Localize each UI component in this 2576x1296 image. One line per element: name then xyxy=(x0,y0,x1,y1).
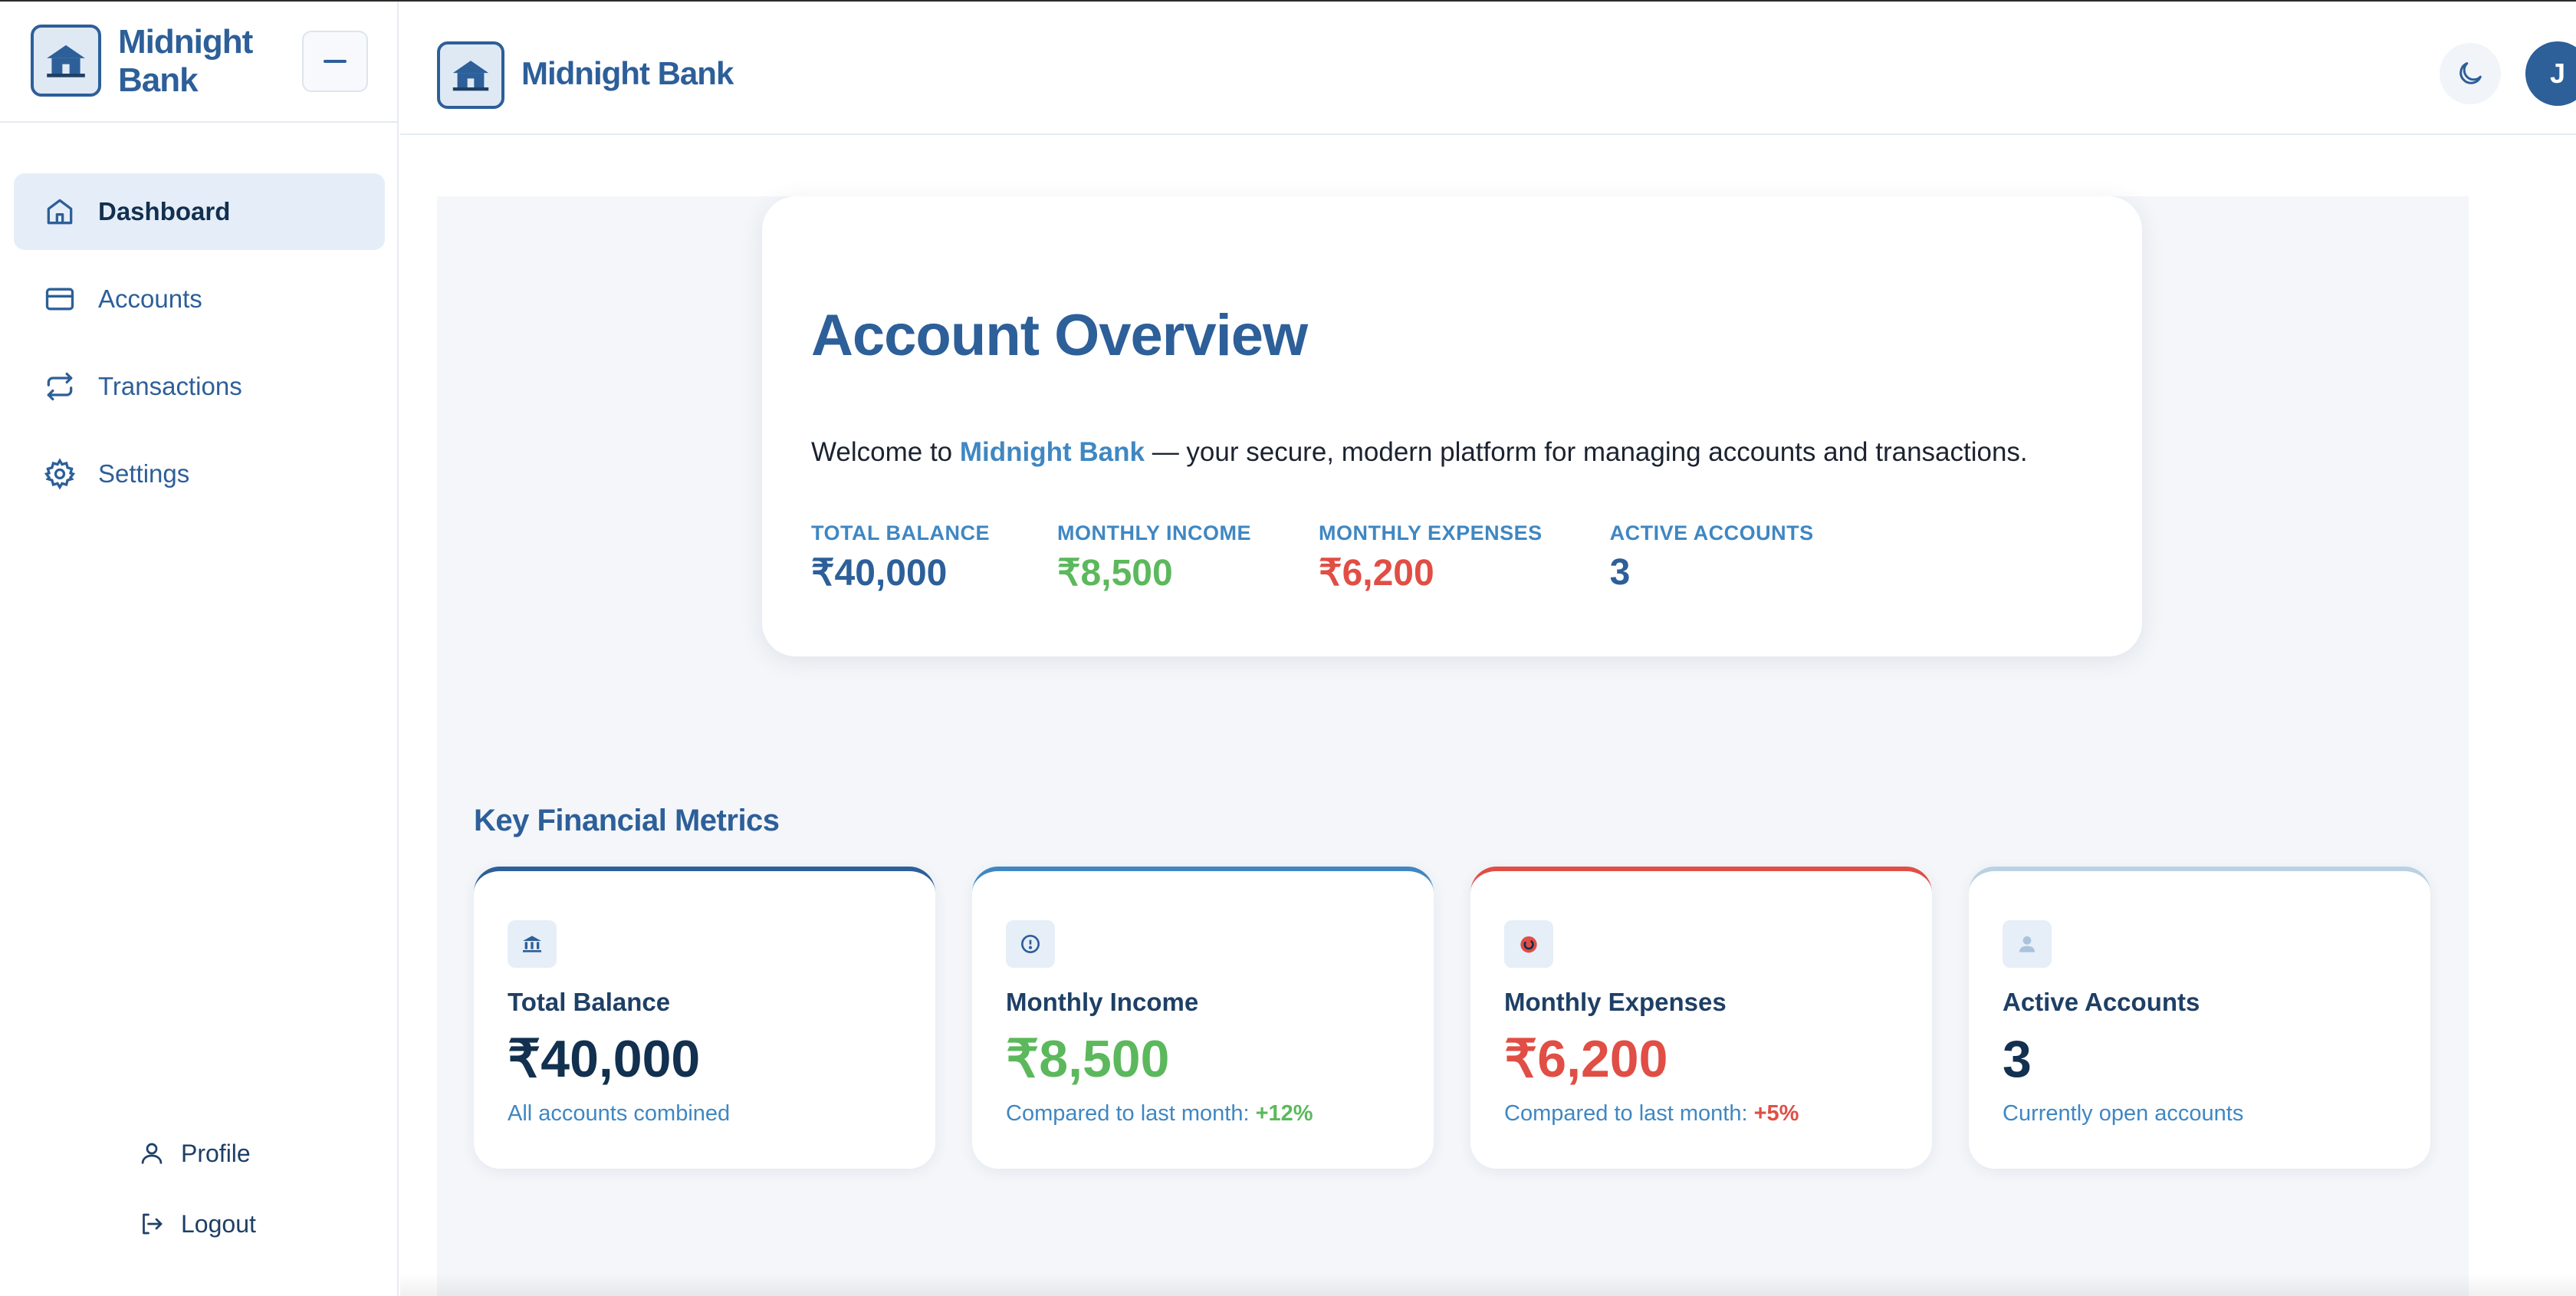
metric-value: 3 xyxy=(2003,1030,2032,1088)
stat-monthly-expenses: MONTHLY EXPENSES ₹6,200 xyxy=(1319,521,1543,594)
metric-value: ₹8,500 xyxy=(1006,1030,1170,1088)
home-icon xyxy=(47,199,73,225)
user-icon xyxy=(141,1143,163,1164)
sidebar-header: Midnight Bank xyxy=(0,2,397,123)
metric-card-monthly-income[interactable]: Monthly Income ₹8,500 Compared to last m… xyxy=(972,867,1434,1169)
sidebar-item-dashboard[interactable]: Dashboard xyxy=(14,173,385,250)
metric-label: Monthly Expenses xyxy=(1504,988,1727,1016)
metric-card-monthly-expenses[interactable]: Monthly Expenses ₹6,200 Compared to last… xyxy=(1470,867,1932,1169)
sidebar-item-transactions[interactable]: Transactions xyxy=(14,348,385,425)
sidebar-item-label: Dashboard xyxy=(98,197,231,225)
expense-circle-icon xyxy=(1504,920,1553,968)
metric-note: Currently open accounts xyxy=(2003,1101,2244,1126)
bank-house-icon xyxy=(31,25,101,97)
metric-note-text: Compared to last month: xyxy=(1504,1101,1754,1126)
metric-value: ₹6,200 xyxy=(1504,1030,1668,1088)
metric-card-total-balance[interactable]: Total Balance ₹40,000 All accounts combi… xyxy=(474,867,935,1169)
welcome-prefix: Welcome to xyxy=(811,437,960,467)
metric-note: Compared to last month: +5% xyxy=(1504,1101,1799,1127)
stat-active-accounts: ACTIVE ACCOUNTS 3 xyxy=(1610,521,1814,594)
sidebar: Midnight Bank Dashboard Accounts Transac… xyxy=(0,2,399,1296)
credit-card-icon xyxy=(45,288,74,311)
collapse-sidebar-button[interactable] xyxy=(302,31,368,92)
metric-label: Monthly Income xyxy=(1006,988,1199,1016)
stat-value: ₹40,000 xyxy=(811,553,948,594)
logout-icon xyxy=(143,1213,163,1235)
clock-icon xyxy=(1006,920,1055,968)
theme-toggle-button[interactable] xyxy=(2440,43,2501,104)
metric-label: Active Accounts xyxy=(2003,988,2200,1016)
sidebar-item-label: Accounts xyxy=(98,285,202,313)
stat-value: 3 xyxy=(1609,552,1631,593)
sidebar-bottom-links: Profile Logout xyxy=(138,1118,337,1259)
brand-line-1: Midnight xyxy=(118,23,253,61)
gear-icon xyxy=(44,458,76,490)
minus-icon xyxy=(324,60,347,63)
metric-card-active-accounts[interactable]: Active Accounts 3 Currently open account… xyxy=(1969,867,2430,1169)
metric-note: All accounts combined xyxy=(508,1101,731,1126)
metric-label: Total Balance xyxy=(508,988,671,1016)
metric-note-text: Compared to last month: xyxy=(1006,1101,1256,1126)
stat-monthly-income: MONTHLY INCOME ₹8,500 xyxy=(1057,521,1251,594)
stat-total-balance: TOTAL BALANCE ₹40,000 xyxy=(811,521,990,594)
sidebar-brand[interactable]: Midnight Bank xyxy=(118,23,253,100)
logout-link[interactable]: Logout xyxy=(138,1189,337,1259)
welcome-suffix: — your secure, modern platform for manag… xyxy=(1144,437,2028,467)
moon-icon xyxy=(2459,62,2482,84)
overview-stats: TOTAL BALANCE ₹40,000 MONTHLY INCOME ₹8,… xyxy=(811,521,1881,594)
stat-value: ₹6,200 xyxy=(1319,553,1434,594)
top-header: Midnight Bank J xyxy=(400,2,2576,135)
bank-house-icon xyxy=(437,41,504,109)
logout-label: Logout xyxy=(181,1209,256,1238)
stat-label: ACTIVE ACCOUNTS xyxy=(1609,521,1814,544)
repeat-arrows-icon xyxy=(47,372,73,401)
page-title: Account Overview xyxy=(811,303,1308,368)
brand-line-2: Bank xyxy=(118,61,199,99)
user-avatar[interactable]: J xyxy=(2525,41,2576,106)
bank-icon xyxy=(508,920,557,968)
sidebar-item-label: Settings xyxy=(98,459,190,488)
stat-value: ₹8,500 xyxy=(1057,553,1173,594)
next-section-edge xyxy=(400,1273,2576,1296)
metric-note: Compared to last month: +12% xyxy=(1006,1101,1313,1127)
stat-label: TOTAL BALANCE xyxy=(811,521,990,544)
stat-label: MONTHLY EXPENSES xyxy=(1319,521,1543,544)
section-title: Key Financial Metrics xyxy=(474,804,780,837)
sidebar-item-settings[interactable]: Settings xyxy=(14,436,385,512)
metric-value: ₹40,000 xyxy=(508,1030,701,1088)
stat-label: MONTHLY INCOME xyxy=(1057,521,1252,544)
welcome-brand: Midnight Bank xyxy=(959,437,1145,467)
profile-link[interactable]: Profile xyxy=(138,1118,337,1189)
sidebar-item-label: Transactions xyxy=(98,372,242,400)
header-title[interactable]: Midnight Bank xyxy=(521,55,734,92)
metric-change-value: +12% xyxy=(1255,1101,1313,1126)
welcome-text: Welcome to Midnight Bank — your secure, … xyxy=(811,437,2028,468)
profile-label: Profile xyxy=(181,1139,251,1167)
sidebar-nav: Dashboard Accounts Transactions Settings xyxy=(14,173,385,523)
metric-change-value: +5% xyxy=(1753,1101,1799,1126)
user-icon xyxy=(2003,920,2052,968)
account-overview-card: Account Overview Welcome to Midnight Ban… xyxy=(762,196,2142,656)
sidebar-item-accounts[interactable]: Accounts xyxy=(14,261,385,337)
